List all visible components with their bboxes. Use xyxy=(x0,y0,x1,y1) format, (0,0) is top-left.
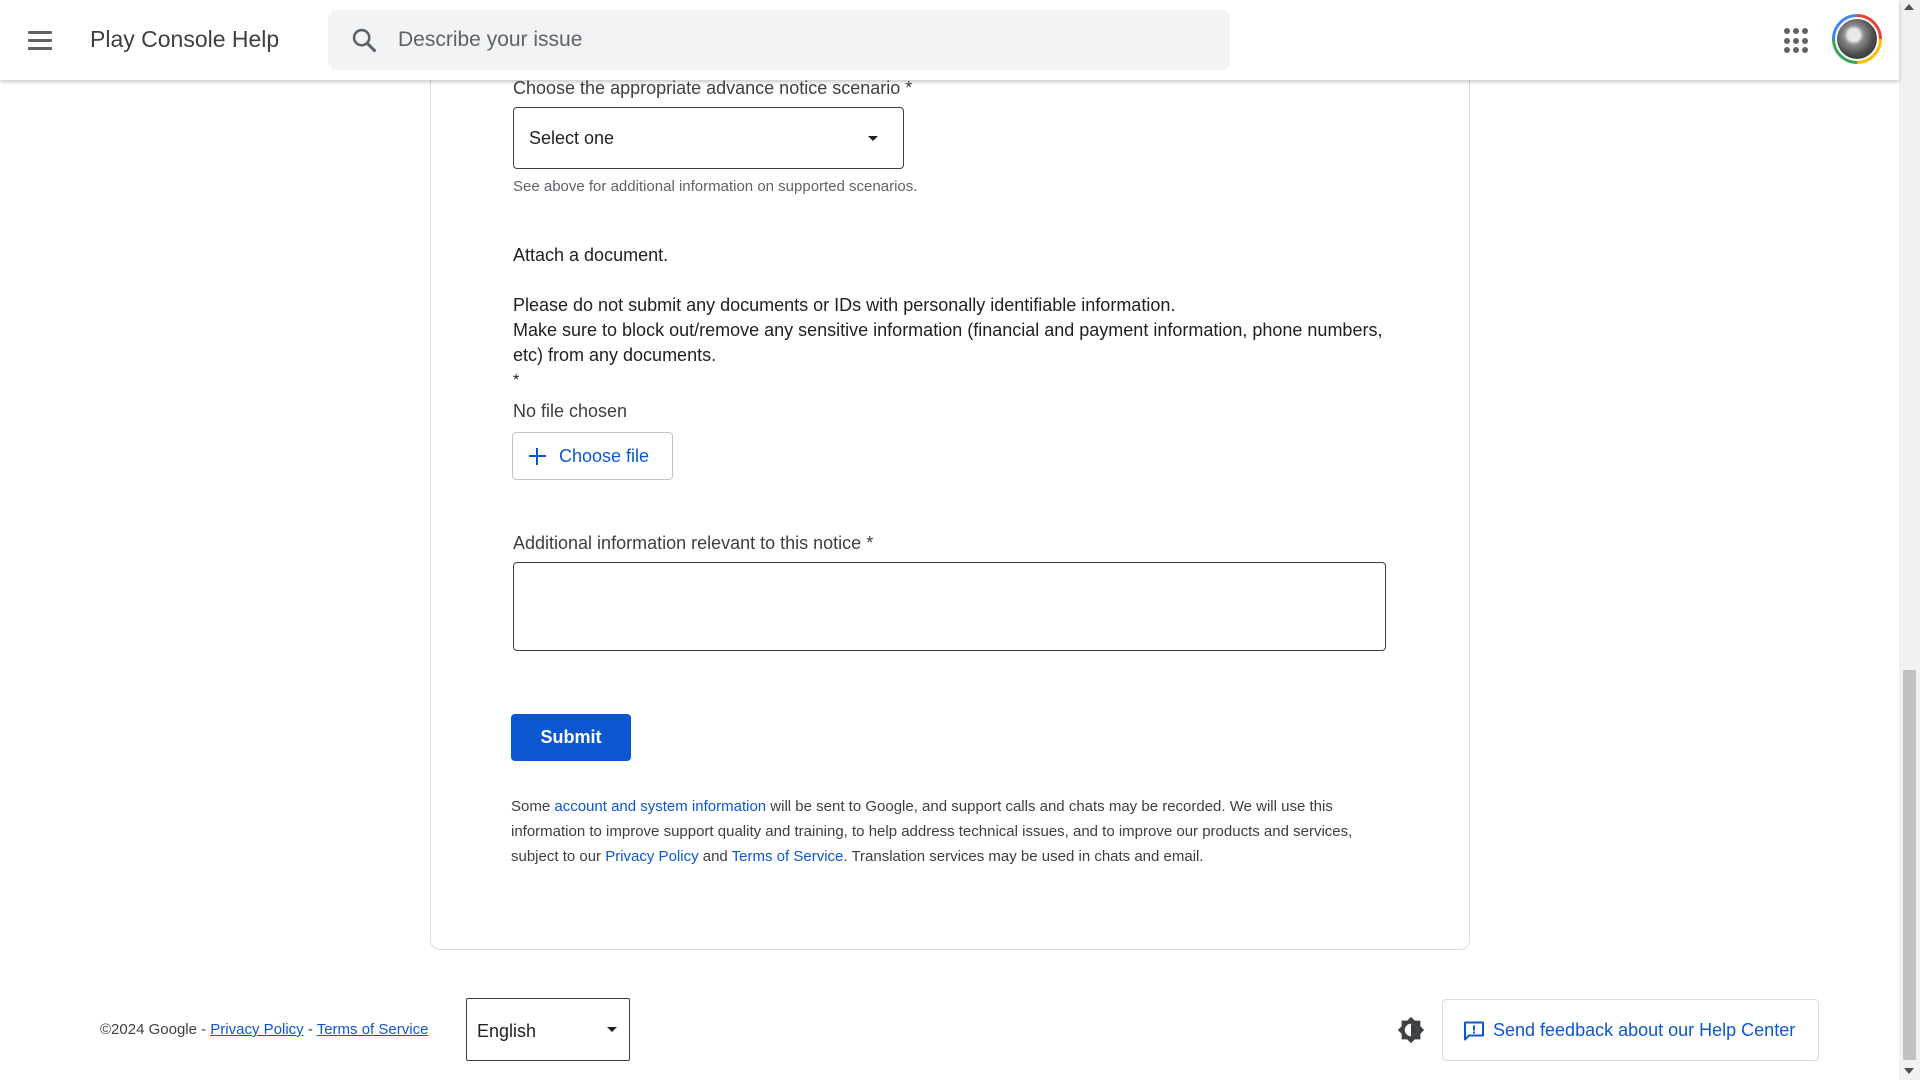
scroll-thumb[interactable] xyxy=(1903,670,1916,1060)
choose-file-button[interactable]: Choose file xyxy=(512,432,673,480)
attach-required-marker: * xyxy=(513,372,520,389)
privacy-disclaimer: Some account and system information will… xyxy=(511,794,1381,869)
footer-separator: - xyxy=(303,1021,317,1038)
app-title[interactable]: Play Console Help xyxy=(90,26,279,53)
top-app-bar: Play Console Help xyxy=(0,0,1899,80)
search-bar[interactable] xyxy=(328,10,1230,70)
footer-copyright: ©2024 Google - Privacy Policy - Terms of… xyxy=(100,1021,428,1038)
send-feedback-label: Send feedback about our Help Center xyxy=(1493,1020,1796,1040)
terms-of-service-link[interactable]: Terms of Service xyxy=(732,848,844,865)
attach-warning-line1: Please do not submit any documents or ID… xyxy=(513,295,1176,315)
submit-button[interactable]: Submit xyxy=(511,714,631,761)
feedback-icon xyxy=(1464,1021,1484,1041)
footer-privacy-link[interactable]: Privacy Policy xyxy=(210,1021,303,1038)
search-icon[interactable] xyxy=(350,26,378,54)
menu-icon[interactable] xyxy=(28,24,62,56)
plus-icon xyxy=(528,447,547,466)
apps-icon[interactable] xyxy=(1784,28,1810,54)
scenario-label: Choose the appropriate advance notice sc… xyxy=(513,78,913,98)
disclaimer-text: and xyxy=(698,848,732,865)
page-scrollbar[interactable] xyxy=(1899,0,1920,1080)
scroll-up-icon[interactable] xyxy=(1904,4,1914,10)
theme-toggle-icon[interactable] xyxy=(1396,1015,1426,1045)
no-file-status: No file chosen xyxy=(513,401,628,421)
avatar[interactable] xyxy=(1832,14,1882,64)
search-input[interactable] xyxy=(398,20,1198,60)
attach-warning-line2: Make sure to block out/remove any sensit… xyxy=(513,320,1383,365)
scenario-hint: See above for additional information on … xyxy=(513,178,918,195)
additional-info-label: Additional information relevant to this … xyxy=(513,533,874,553)
language-value: English xyxy=(477,1021,537,1041)
scenario-select-value: Select one xyxy=(529,128,615,148)
attach-heading: Attach a document. xyxy=(513,245,669,265)
dropdown-caret-icon xyxy=(607,1027,617,1032)
footer-terms-link[interactable]: Terms of Service xyxy=(317,1021,429,1038)
send-feedback-button[interactable]: Send feedback about our Help Center xyxy=(1442,999,1819,1061)
disclaimer-text: Some xyxy=(511,798,555,815)
scroll-down-icon[interactable] xyxy=(1904,1068,1914,1074)
copyright-text: ©2024 Google - xyxy=(100,1021,211,1038)
dropdown-caret-icon xyxy=(868,136,878,141)
account-info-link[interactable]: account and system information xyxy=(554,798,766,815)
choose-file-label: Choose file xyxy=(559,446,650,466)
additional-info-textarea[interactable] xyxy=(513,562,1386,651)
disclaimer-text: . Translation services may be used in ch… xyxy=(843,848,1204,865)
scenario-select[interactable]: Select one xyxy=(513,107,904,169)
language-select[interactable]: English xyxy=(466,998,630,1061)
privacy-policy-link[interactable]: Privacy Policy xyxy=(605,848,698,865)
